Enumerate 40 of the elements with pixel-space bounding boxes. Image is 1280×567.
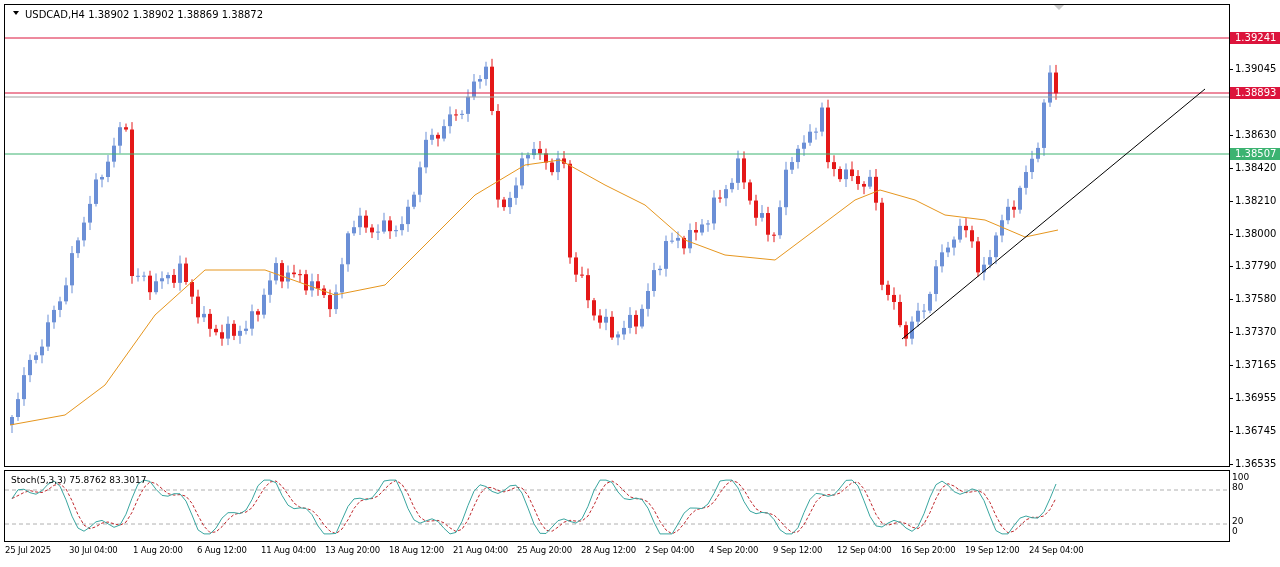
price-tick: 1.36535 — [1230, 457, 1277, 470]
time-label: 12 Sep 04:00 — [837, 545, 892, 555]
time-label: 21 Aug 04:00 — [453, 545, 508, 555]
price-tick: 1.36745 — [1230, 424, 1277, 437]
chart-header: USDCAD,H4 1.38902 1.38902 1.38869 1.38872 — [25, 9, 264, 20]
time-label: 4 Sep 20:00 — [709, 545, 759, 555]
time-label: 13 Aug 20:00 — [325, 545, 380, 555]
indicator-header: Stoch(5,3,3) 75.8762 83.3017 — [11, 475, 147, 485]
price-tick: 1.38000 — [1230, 227, 1277, 240]
time-label: 2 Sep 04:00 — [645, 545, 695, 555]
price-level-label: 1.39241 — [1230, 32, 1280, 44]
dropdown-triangle-icon[interactable] — [13, 11, 19, 15]
time-label: 16 Sep 20:00 — [901, 545, 956, 555]
price-tick: 1.37165 — [1230, 359, 1277, 372]
time-label: 25 Jul 2025 — [5, 545, 51, 555]
shift-marker-icon[interactable] — [1054, 5, 1064, 10]
time-label: 24 Sep 04:00 — [1029, 545, 1084, 555]
stochastic-tick: 20 — [1232, 516, 1244, 526]
price-tick: 1.38210 — [1230, 194, 1277, 207]
price-level-label: 1.38893 — [1230, 87, 1280, 99]
price-tick: 1.39045 — [1230, 63, 1277, 75]
time-label: 6 Aug 12:00 — [197, 545, 247, 555]
time-label: 1 Aug 20:00 — [133, 545, 183, 555]
stochastic-tick: 80 — [1232, 482, 1244, 492]
time-label: 9 Sep 12:00 — [773, 545, 823, 555]
price-level-label: 1.38507 — [1230, 148, 1280, 160]
price-tick: 1.38630 — [1230, 128, 1277, 141]
time-label: 11 Aug 04:00 — [261, 545, 316, 555]
time-label: 25 Aug 20:00 — [517, 545, 572, 555]
price-tick: 1.37790 — [1230, 260, 1277, 273]
time-label: 30 Jul 04:00 — [69, 545, 118, 555]
time-label: 19 Sep 12:00 — [965, 545, 1020, 555]
price-tick: 1.38420 — [1230, 161, 1277, 174]
stochastic-tick: 0 — [1232, 526, 1238, 536]
price-tick: 1.37580 — [1230, 293, 1277, 306]
time-label: 18 Aug 12:00 — [389, 545, 444, 555]
price-tick: 1.36955 — [1230, 392, 1277, 404]
time-label: 28 Aug 12:00 — [581, 545, 636, 555]
price-tick: 1.37370 — [1230, 326, 1277, 339]
stochastic-tick: 100 — [1232, 472, 1250, 482]
